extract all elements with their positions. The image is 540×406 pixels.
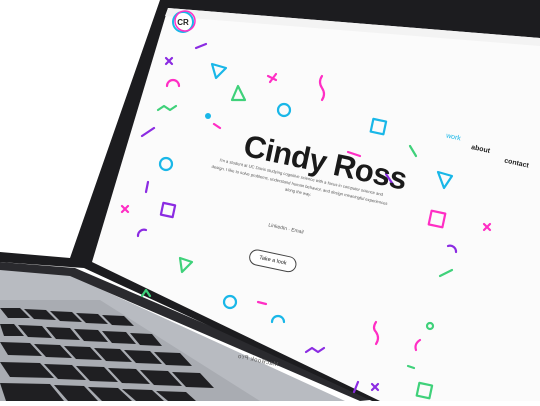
website-screen: CR work about contact Cindy Ross I'm a s… — [0, 0, 540, 401]
social-links[interactable]: LinkedIn · Email — [268, 222, 304, 235]
nav-link-work[interactable]: work — [445, 133, 461, 143]
nav-link-about[interactable]: about — [470, 144, 490, 155]
site-logo[interactable]: CR — [173, 12, 193, 32]
nav-link-contact[interactable]: contact — [504, 157, 530, 169]
take-a-look-button[interactable]: Take a look — [247, 248, 298, 274]
laptop-mockup-scene: CR work about contact Cindy Ross I'm a s… — [0, 0, 540, 401]
